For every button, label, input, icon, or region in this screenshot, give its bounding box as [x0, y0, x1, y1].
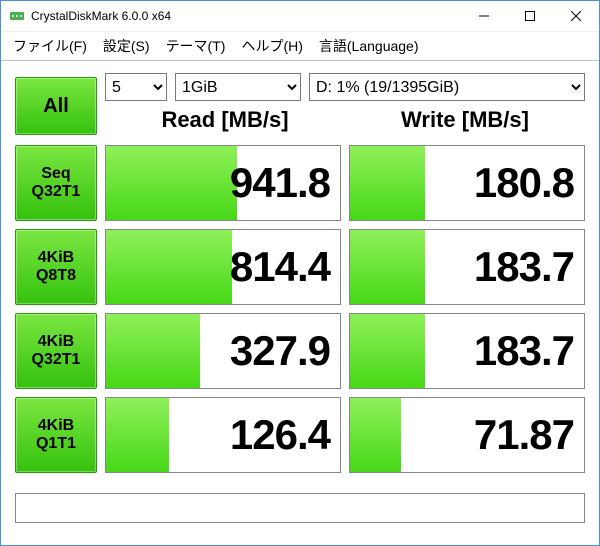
result-row: 4KiBQ32T1327.9183.7 — [15, 313, 585, 389]
column-headers: Read [MB/s] Write [MB/s] — [105, 105, 585, 139]
test-label-1: Seq — [41, 165, 70, 183]
test-button-3[interactable]: 4KiBQ1T1 — [15, 397, 97, 473]
test-label-1: 4KiB — [38, 417, 74, 435]
test-label-2: Q8T8 — [36, 267, 76, 285]
read-cell: 941.8 — [105, 145, 341, 221]
menu-theme[interactable]: テーマ(T) — [158, 32, 234, 60]
write-cell: 71.87 — [349, 397, 585, 473]
test-label-2: Q1T1 — [36, 435, 76, 453]
read-cell: 814.4 — [105, 229, 341, 305]
all-button-label: All — [43, 95, 69, 118]
titlebar[interactable]: CrystalDiskMark 6.0.0 x64 — [1, 1, 599, 32]
write-cell: 183.7 — [349, 313, 585, 389]
all-button[interactable]: All — [15, 77, 97, 135]
minimize-button[interactable] — [461, 1, 507, 31]
test-size-select[interactable]: 1GiB — [175, 73, 301, 101]
drive-select[interactable]: D: 1% (19/1395GiB) — [309, 73, 585, 101]
menu-file[interactable]: ファイル(F) — [5, 32, 95, 60]
read-value: 941.8 — [106, 146, 340, 220]
write-value: 183.7 — [350, 314, 584, 388]
test-button-0[interactable]: SeqQ32T1 — [15, 145, 97, 221]
result-row: 4KiBQ8T8814.4183.7 — [15, 229, 585, 305]
test-button-2[interactable]: 4KiBQ32T1 — [15, 313, 97, 389]
write-value: 183.7 — [350, 230, 584, 304]
write-header: Write [MB/s] — [345, 105, 585, 139]
read-value: 327.9 — [106, 314, 340, 388]
menu-settings[interactable]: 設定(S) — [95, 32, 158, 60]
menu-help[interactable]: ヘルプ(H) — [233, 32, 310, 60]
write-value: 180.8 — [350, 146, 584, 220]
test-label-1: 4KiB — [38, 333, 74, 351]
test-label-2: Q32T1 — [32, 351, 81, 369]
test-count-select[interactable]: 5 — [105, 73, 167, 101]
menubar: ファイル(F) 設定(S) テーマ(T) ヘルプ(H) 言語(Language) — [1, 32, 599, 61]
window-controls — [461, 1, 599, 31]
test-button-1[interactable]: 4KiBQ8T8 — [15, 229, 97, 305]
read-header: Read [MB/s] — [105, 105, 345, 139]
read-cell: 327.9 — [105, 313, 341, 389]
read-value: 126.4 — [106, 398, 340, 472]
result-row: SeqQ32T1941.8180.8 — [15, 145, 585, 221]
result-row: 4KiBQ1T1126.471.87 — [15, 397, 585, 473]
window-title: CrystalDiskMark 6.0.0 x64 — [31, 9, 461, 23]
write-cell: 183.7 — [349, 229, 585, 305]
read-value: 814.4 — [106, 230, 340, 304]
write-cell: 180.8 — [349, 145, 585, 221]
maximize-button[interactable] — [507, 1, 553, 31]
menu-language[interactable]: 言語(Language) — [311, 32, 427, 60]
app-window: CrystalDiskMark 6.0.0 x64 ファイル(F) 設定(S) … — [0, 0, 600, 546]
write-value: 71.87 — [350, 398, 584, 472]
close-button[interactable] — [553, 1, 599, 31]
results-grid: SeqQ32T1941.8180.84KiBQ8T8814.4183.74KiB… — [15, 145, 585, 473]
read-cell: 126.4 — [105, 397, 341, 473]
test-label-2: Q32T1 — [32, 183, 81, 201]
status-bar — [15, 493, 585, 523]
controls-row: All 5 1GiB D: 1% (19/1395GiB) Read [MB/s… — [15, 73, 585, 139]
content-area: All 5 1GiB D: 1% (19/1395GiB) Read [MB/s… — [1, 61, 599, 489]
app-icon — [9, 8, 25, 24]
test-label-1: 4KiB — [38, 249, 74, 267]
